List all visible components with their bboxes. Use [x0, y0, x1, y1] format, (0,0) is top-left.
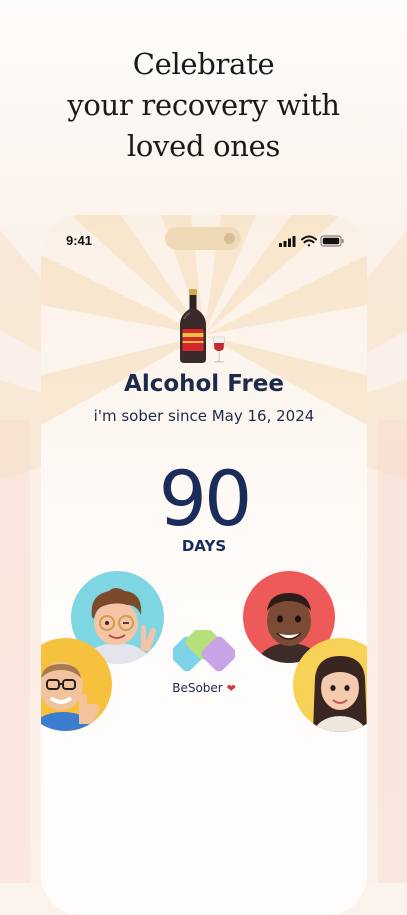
wine-bottle-and-glass-icon: [180, 289, 226, 363]
sobriety-title: Alcohol Free: [124, 371, 284, 397]
status-time: 9:41: [66, 233, 93, 248]
heart-icon: ❤: [226, 682, 236, 695]
brand-label: BeSober ❤: [151, 681, 257, 695]
phone-mockup: 9:41 Alcohol Free i'm sober since May 16…: [41, 215, 367, 915]
wifi-icon: [301, 235, 317, 247]
dynamic-island: [165, 227, 241, 250]
headline: Celebrate your recovery with loved ones: [67, 47, 340, 163]
besober-logo-icon: [173, 630, 235, 672]
battery-icon: [320, 235, 344, 247]
days-label: DAYS: [181, 537, 227, 555]
days-counter: 90: [158, 454, 253, 543]
sober-since-text: i'm sober since May 16, 2024: [93, 407, 315, 425]
camera-dot: [224, 233, 235, 244]
brand-name: BeSober: [172, 681, 223, 695]
signal-icon: [279, 236, 296, 247]
status-icons: [279, 235, 344, 247]
